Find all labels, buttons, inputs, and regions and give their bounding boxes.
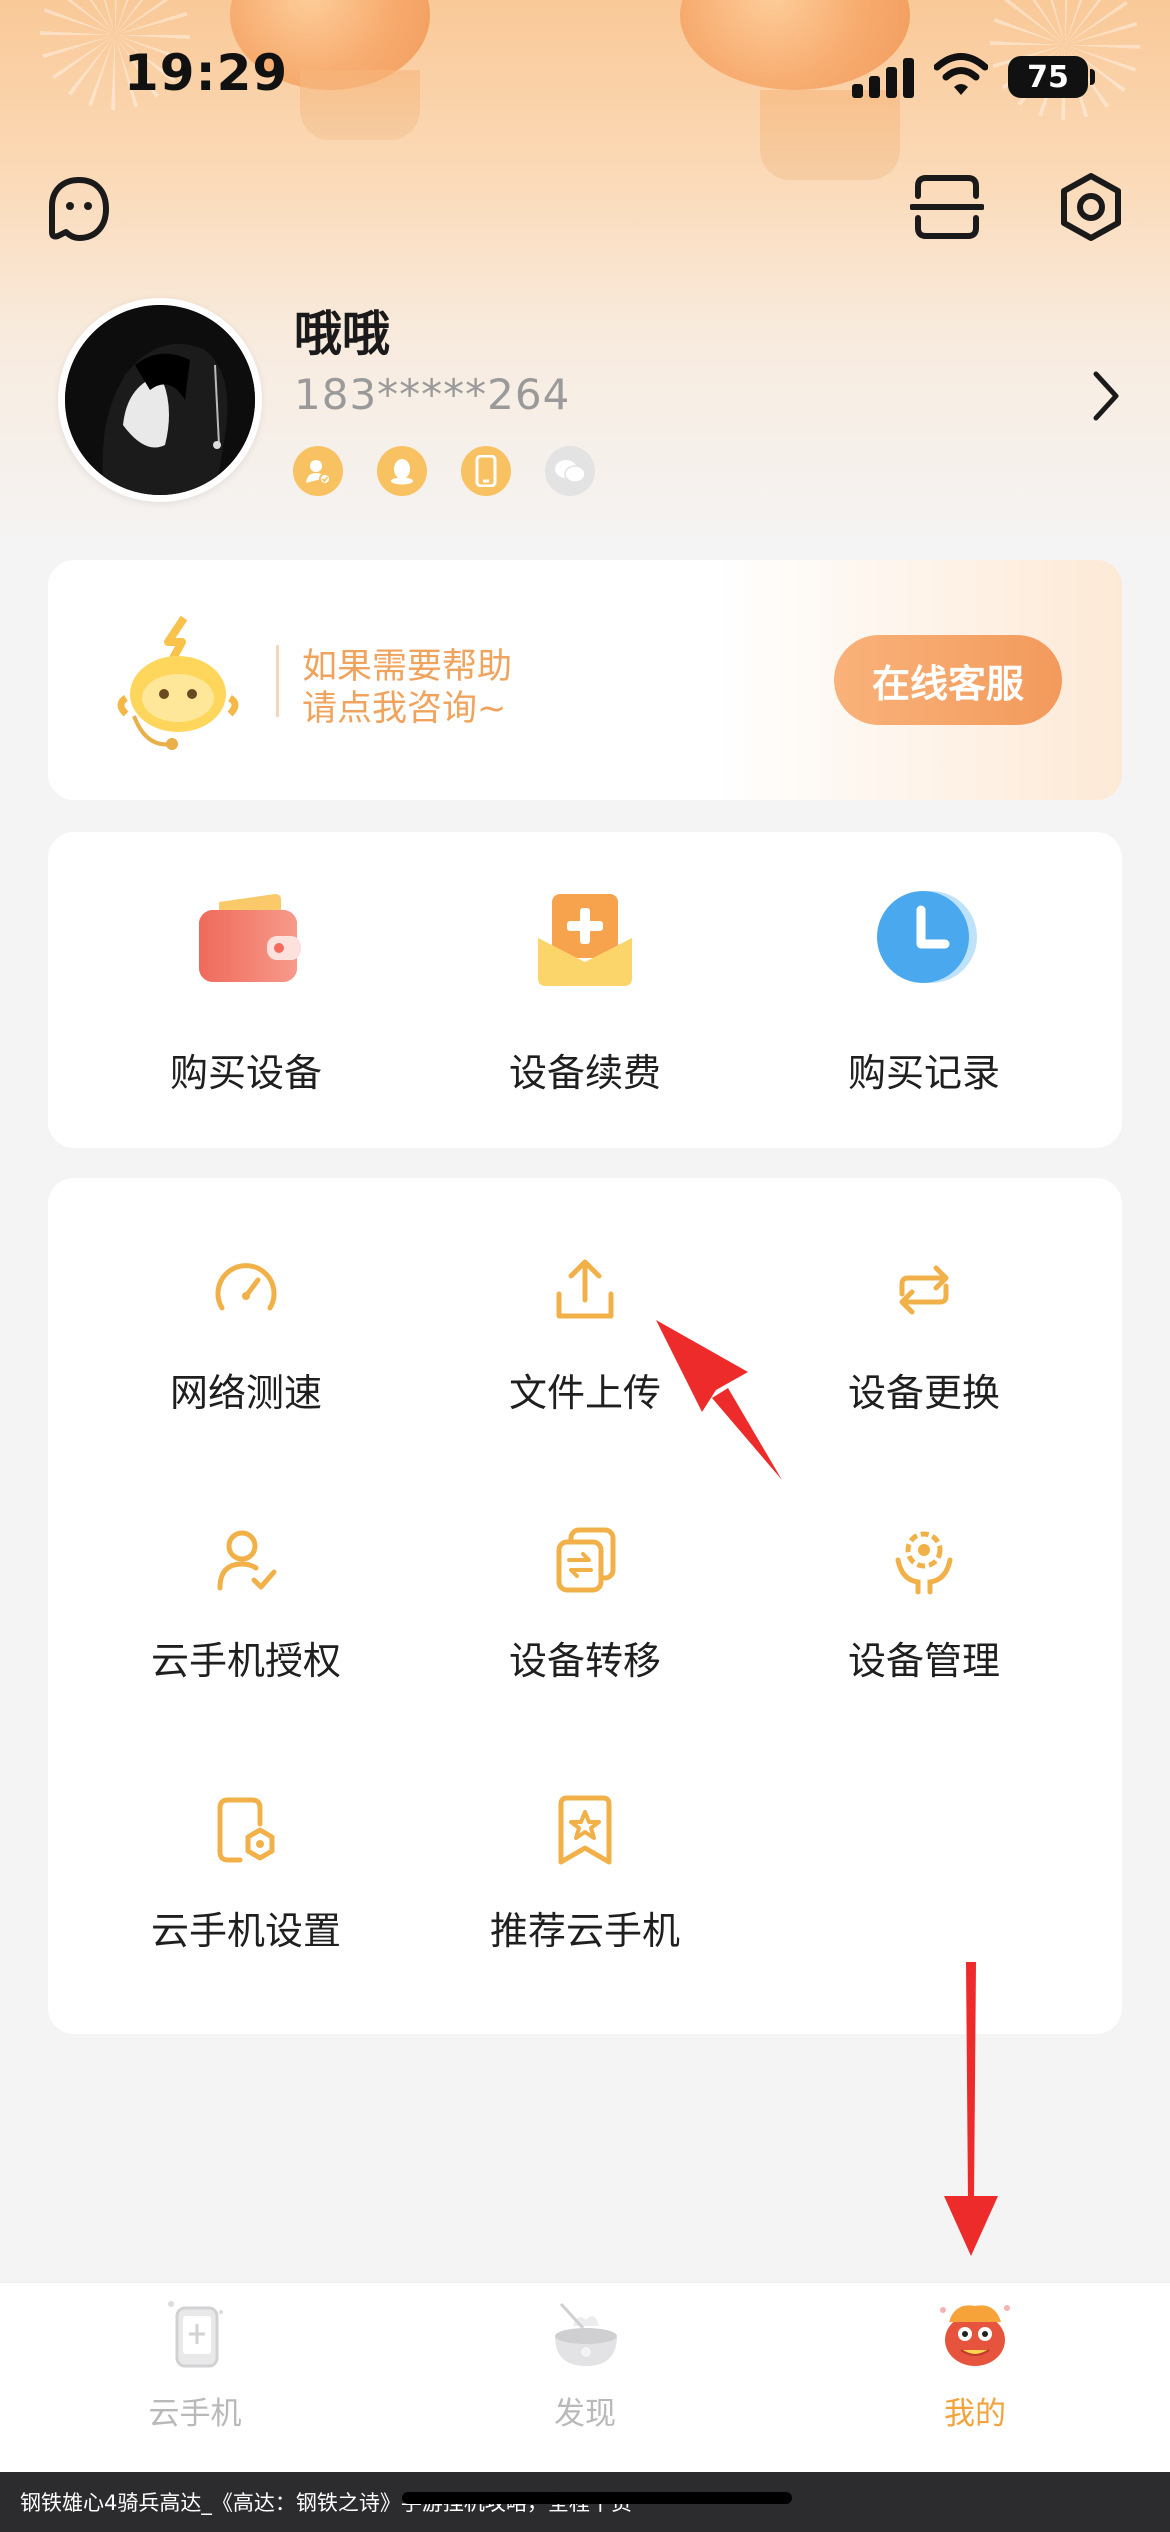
network-speed-test-item[interactable]: 网络测速 — [96, 1254, 396, 1424]
recommend-cloud-phone-label: 推荐云手机 — [489, 1909, 680, 1953]
purchase-history-label: 购买记录 — [847, 1051, 1000, 1095]
tab-discover-label: 发现 — [554, 2396, 616, 2432]
device-transfer-label: 设备转移 — [508, 1639, 661, 1683]
home-indicator — [402, 2492, 792, 2504]
cloud-phone-authorize-label: 云手机授权 — [150, 1639, 341, 1683]
wallet-icon — [199, 894, 301, 982]
tab-mine-label: 我的 — [944, 2396, 1006, 2432]
user-check-icon — [217, 1530, 277, 1591]
wechat-icon[interactable] — [545, 446, 595, 496]
speedometer-icon — [215, 1263, 277, 1311]
device-manage-item[interactable]: 设备管理 — [774, 1524, 1074, 1694]
cellular-signal-icon — [852, 56, 914, 98]
tab-cloud-phone-label: 云手机 — [148, 2396, 242, 2432]
buy-device-label: 购买设备 — [169, 1051, 322, 1095]
cloud-phone-settings-item[interactable]: 云手机设置 — [96, 1794, 396, 1964]
wifi-icon — [934, 53, 988, 95]
file-upload-item[interactable]: 文件上传 — [435, 1254, 735, 1424]
lantern-decoration — [760, 90, 900, 180]
recommend-cloud-phone-item[interactable]: 推荐云手机 — [435, 1794, 735, 1964]
discover-bowl-icon — [555, 2302, 617, 2366]
lion-dance-icon — [940, 2305, 1010, 2366]
status-time: 19:29 — [124, 44, 289, 102]
purchase-history-item[interactable]: 购买记录 — [774, 882, 1074, 1118]
clock-icon — [877, 891, 977, 983]
avatar-illustration — [65, 305, 255, 495]
phone-settings-icon — [217, 1797, 275, 1863]
device-replace-label: 设备更换 — [847, 1371, 1000, 1415]
phone-icon[interactable] — [461, 446, 511, 496]
cloud-phone-authorize-item[interactable]: 云手机授权 — [96, 1524, 396, 1694]
device-manage-label: 设备管理 — [847, 1639, 1000, 1683]
tab-mine[interactable]: 我的 — [875, 2296, 1075, 2432]
chevron-right-icon[interactable] — [1082, 364, 1130, 428]
network-speed-test-label: 网络测速 — [169, 1371, 322, 1415]
renew-device-item[interactable]: 设备续费 — [435, 882, 735, 1118]
file-upload-label: 文件上传 — [508, 1371, 661, 1415]
scan-icon[interactable] — [910, 170, 984, 244]
cloud-phone-icon — [168, 2301, 223, 2368]
battery-tip — [1090, 69, 1095, 85]
nickname: 哦哦 — [294, 306, 391, 362]
online-service-button[interactable]: 在线客服 — [834, 635, 1062, 725]
qq-icon[interactable] — [377, 446, 427, 496]
tab-discover[interactable]: 发现 — [485, 2296, 685, 2432]
buy-device-item[interactable]: 购买设备 — [96, 882, 396, 1118]
tab-cloud-phone[interactable]: 云手机 — [95, 2296, 295, 2432]
mascot-icon — [117, 615, 239, 750]
service-divider — [276, 645, 279, 717]
cloud-phone-settings-label: 云手机设置 — [150, 1909, 341, 1953]
battery-icon: 75 — [1008, 56, 1088, 98]
upload-icon — [556, 1259, 614, 1319]
settings-icon[interactable] — [1054, 170, 1128, 244]
service-prompt-line2: 请点我咨询~ — [302, 689, 507, 729]
swap-icon — [899, 1265, 949, 1315]
renew-envelope-icon — [538, 894, 632, 986]
device-transfer-item[interactable]: 设备转移 — [435, 1524, 735, 1694]
device-replace-item[interactable]: 设备更换 — [774, 1254, 1074, 1424]
renew-device-label: 设备续费 — [508, 1051, 661, 1095]
gear-manage-icon — [895, 1531, 953, 1595]
phone-number: 183*****264 — [294, 370, 571, 419]
message-bubble-icon[interactable] — [42, 172, 116, 246]
transfer-icon — [556, 1527, 616, 1593]
bookmark-star-icon — [558, 1795, 612, 1865]
lantern-decoration — [300, 70, 420, 140]
user-verified-icon[interactable] — [293, 446, 343, 496]
avatar[interactable] — [58, 298, 262, 502]
